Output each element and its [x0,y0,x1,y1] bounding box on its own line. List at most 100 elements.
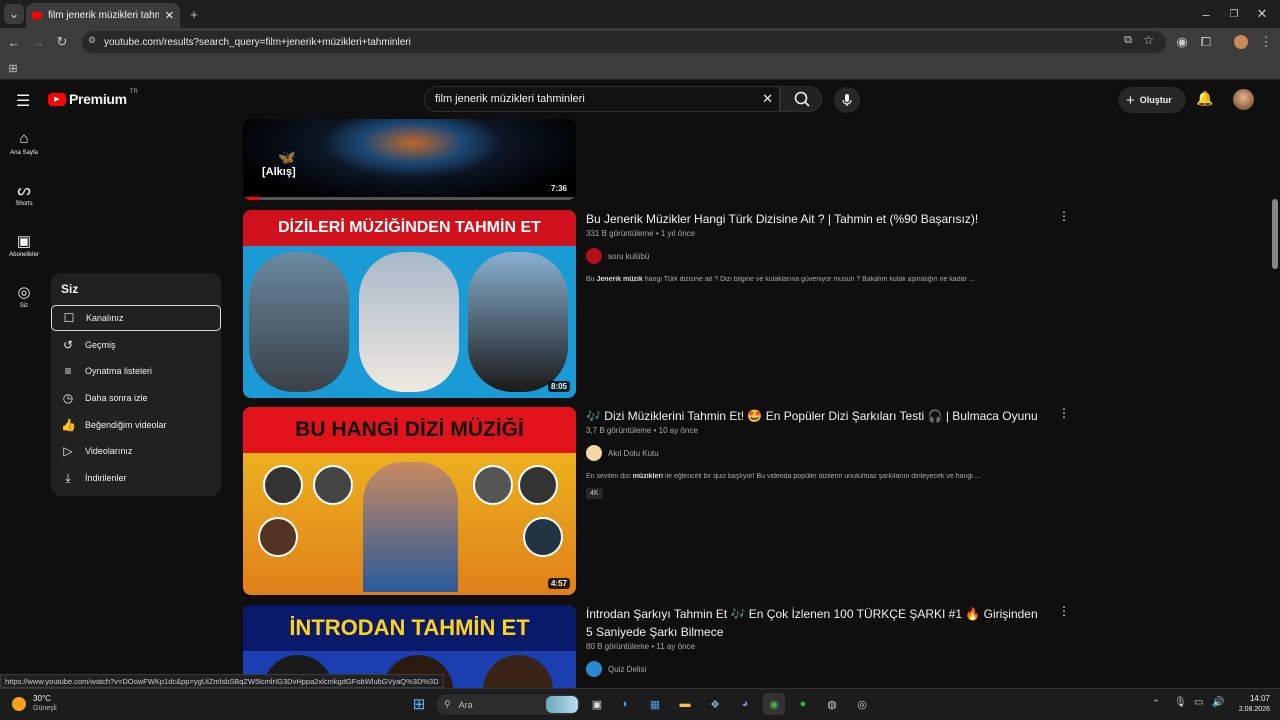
menu-item-your-videos[interactable]: ▷ Videolarınız [51,438,221,464]
minimize-icon[interactable]: – [1196,4,1216,24]
forward-icon[interactable]: → [28,32,48,52]
view-count: 3,7 B görüntüleme [586,426,652,435]
download-icon: ⤓ [65,470,71,485]
task-view-icon[interactable]: ▣ [586,693,608,715]
app-icon[interactable]: ❖ [704,693,726,715]
tray-chevron-icon[interactable]: ⌃ [1152,698,1160,709]
search-input[interactable]: film jenerik müzikleri tahminleri ✕ [424,86,780,112]
search-icon [794,91,810,107]
create-label: Oluştur [1139,95,1172,105]
tray-microphone-icon[interactable]: 🎙 [1174,697,1187,708]
weather-sun-icon[interactable] [12,697,26,711]
obs-icon[interactable]: ◎ [851,693,873,715]
discord-icon[interactable]: ◕ [734,693,756,715]
extensions-puzzle-icon[interactable]: ⧠ [1196,32,1216,52]
weather-temp[interactable]: 30°C [33,694,51,703]
more-actions-icon[interactable]: ⋮ [1058,209,1070,223]
menu-item-history[interactable]: ↺ Geçmiş [51,332,221,358]
sidebar-item-shorts[interactable]: ᔕ Shorts [0,181,48,207]
window-close-icon[interactable]: ✕ [1252,4,1272,24]
sidebar-item-you[interactable]: ◎ Siz [0,283,48,309]
channel-name: soru kulübü [608,251,650,261]
tab-close-icon[interactable]: ✕ [165,9,174,22]
taskbar-search-box[interactable]: ⚲ Ara [436,694,580,715]
menu-item-playlists[interactable]: ≡ Oynatma listeleri [51,358,221,384]
channel-avatar [586,248,602,264]
clock-date[interactable]: 2.08.2026 [1222,706,1270,713]
browser-tab[interactable]: film jenerik müzikleri tahminleri ✕ [26,3,180,28]
menu-item-watch-later[interactable]: ◷ Daha sonra izle [51,385,221,411]
menu-item-your-channel[interactable]: ☐ Kanalınız [51,305,221,331]
voice-search-button[interactable] [834,87,860,113]
search-button[interactable] [780,86,822,112]
video-icon: ▷ [63,444,73,458]
thumbnail-circle [523,517,563,557]
tray-display-icon[interactable]: ▭ [1194,697,1203,708]
video-duration: 7:36 [547,183,570,194]
menu-item-label: Oynatma listeleri [85,366,153,376]
video-thumbnail-1[interactable]: DİZİLERİ MÜZİĞİNDEN TAHMİN ET 8:05 [243,210,576,398]
channel-link[interactable]: Akıl Dolu Kutu [586,445,659,461]
channel-link[interactable]: soru kulübü [586,248,649,264]
watch-progress-track [243,197,576,200]
youtube-premium-logo[interactable]: ▶ Premium TR [48,89,138,107]
watch-progress-fill [243,197,260,200]
account-avatar[interactable] [1233,89,1254,110]
search-highlight-image [546,696,578,713]
more-actions-icon[interactable]: ⋮ [1058,406,1070,420]
thumbnail-headline: DİZİLERİ MÜZİĞİNDEN TAHMİN ET [243,210,576,246]
channel-name: Akıl Dolu Kutu [608,448,659,458]
desc-text: hangi Türk dizisine ait ? Dizi bilgine v… [642,276,975,283]
extension-icon[interactable]: ◉ [1172,32,1192,52]
video-title[interactable]: Bu Jenerik Müzikler Hangi Türk Dizisine … [586,210,1046,228]
page-scrollbar[interactable] [1270,81,1280,688]
video-thumbnail-2[interactable]: BU HANGİ DİZİ MÜZİĞİ 4:57 [243,407,576,595]
notifications-bell-icon[interactable]: 🔔 [1196,90,1213,107]
url-bar[interactable]: ⚙ youtube.com/results?search_query=film+… [82,31,1166,53]
create-button[interactable]: + Oluştur [1118,87,1186,113]
profile-avatar[interactable] [1234,35,1248,49]
steam-icon[interactable]: ◍ [821,693,843,715]
cast-icon[interactable]: ⧉ [1124,34,1132,47]
maximize-icon[interactable]: ❐ [1224,4,1244,24]
tab-search-icon[interactable]: ⌄ [4,4,24,24]
sidebar-item-home[interactable]: ⌂ Ana Sayfa [0,130,48,156]
browser-menu-icon[interactable]: ⋮ [1256,32,1276,52]
clock-time[interactable]: 14:07 [1228,694,1270,703]
more-actions-icon[interactable]: ⋮ [1058,604,1070,618]
new-tab-icon[interactable]: + [184,4,204,24]
hamburger-menu-icon[interactable]: ☰ [16,91,30,111]
site-info-icon[interactable]: ⚙ [88,35,96,46]
clear-search-icon[interactable]: ✕ [762,91,773,107]
scrollbar-thumb[interactable] [1272,199,1278,269]
back-icon[interactable]: ← [4,32,24,52]
menu-item-downloads[interactable]: ⤓ İndirilenler [51,465,221,491]
store-icon[interactable]: ▦ [644,693,666,715]
apps-grid-icon[interactable]: ⊞ [3,58,23,78]
video-meta: 331 B görüntüleme • 1 yıl önce [586,229,696,238]
thumbnail-portrait [468,252,568,392]
butterfly-icon: 🦋 [278,149,296,165]
menu-item-liked-videos[interactable]: 👍 Beğendiğim videolar [51,412,221,438]
reload-icon[interactable]: ↻ [52,32,72,52]
thumbnail-art [323,119,503,179]
sidebar-item-subscriptions[interactable]: ▣ Abonelikler [0,232,48,258]
thumbnail-headline: İNTRODAN TAHMİN ET [243,605,576,651]
video-title[interactable]: İntrodan Şarkıyı Tahmin Et 🎶 En Çok İzle… [586,605,1046,641]
you-icon: ◎ [17,284,31,301]
windows-start-icon[interactable]: ⊞ [408,693,430,715]
video-title[interactable]: 🎶 Dizi Müziklerini Tahmin Et! 🤩 En Popül… [586,407,1046,425]
file-explorer-icon[interactable]: ▬ [674,693,696,715]
video-thumbnail-0[interactable]: 🦋 [Alkış] 7:36 [243,119,576,200]
home-icon: ⌂ [19,130,29,147]
spotify-icon[interactable]: ● [792,693,814,715]
bookmark-star-icon[interactable]: ☆ [1143,33,1154,47]
tab-title: film jenerik müzikleri tahminleri [48,10,159,21]
search-input-value: film jenerik müzikleri tahminleri [435,93,585,105]
sidebar-item-label: Ana Sayfa [10,150,38,156]
menu-item-label: Geçmiş [85,340,116,350]
chrome-icon[interactable]: ◉ [763,693,785,715]
video-meta: 80 B görüntüleme • 11 ay önce [586,642,695,651]
channel-link[interactable]: Quiz Delisi [586,661,646,677]
edge-browser-icon[interactable]: ◐ [615,693,637,715]
